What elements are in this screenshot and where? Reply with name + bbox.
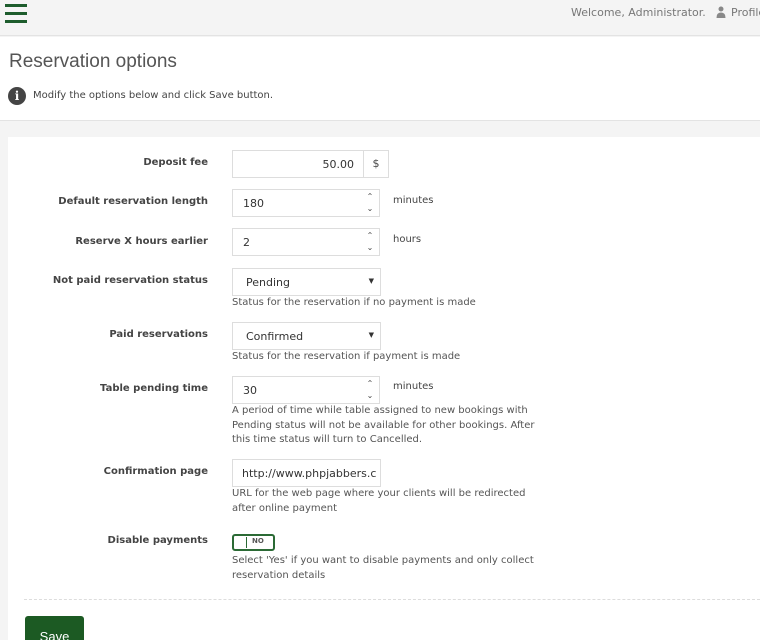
currency-addon: $ (363, 150, 389, 178)
reserve-earlier-value: 2 (243, 236, 250, 249)
chevron-down-icon[interactable]: ⌄ (365, 391, 375, 401)
chevron-up-icon[interactable]: ⌃ (365, 231, 375, 241)
user-icon[interactable] (716, 6, 726, 18)
profile-link[interactable]: Profile (731, 6, 760, 19)
paid-status-help: Status for the reservation if payment is… (232, 351, 461, 362)
disable-payments-help: Select 'Yes' if you want to disable paym… (232, 555, 534, 581)
confirmation-page-value: http://www.phpjabbers.c (242, 467, 377, 480)
not-paid-status-label: Not paid reservation status (52, 275, 208, 286)
reserve-earlier-unit: hours (393, 234, 422, 245)
default-length-unit: minutes (393, 195, 434, 206)
not-paid-status-select[interactable]: Pending ▼ (232, 268, 381, 296)
save-button[interactable]: Save (25, 616, 84, 640)
paid-status-select[interactable]: Confirmed ▼ (232, 322, 381, 350)
reserve-earlier-spinner[interactable]: ⌃ ⌄ (361, 229, 379, 255)
pending-time-spinner[interactable]: ⌃ ⌄ (361, 377, 379, 403)
deposit-fee-input[interactable]: 50.00 (232, 150, 364, 178)
pending-time-input[interactable]: 30 ⌃ ⌄ (232, 376, 380, 404)
confirmation-page-input[interactable]: http://www.phpjabbers.c (232, 459, 381, 487)
deposit-fee-value: 50.00 (322, 158, 355, 171)
dropdown-arrow-icon: ▼ (368, 331, 374, 339)
default-length-input[interactable]: 180 ⌃ ⌄ (232, 189, 380, 217)
confirmation-page-label: Confirmation page (103, 466, 208, 477)
form-divider (24, 599, 760, 600)
pending-time-help: A period of time while table assigned to… (232, 405, 535, 445)
chevron-up-icon[interactable]: ⌃ (365, 379, 375, 389)
paid-status-value: Confirmed (246, 330, 304, 343)
toggle-knob (235, 537, 247, 548)
pending-time-value: 30 (243, 384, 257, 397)
pending-time-unit: minutes (393, 381, 434, 392)
disable-payments-toggle[interactable]: NO (232, 534, 275, 551)
toggle-text: NO (252, 537, 264, 545)
chevron-up-icon[interactable]: ⌃ (365, 192, 375, 202)
welcome-text: Welcome, Administrator. (571, 6, 706, 19)
page-header: Reservation options i Modify the options… (0, 37, 760, 121)
options-form: Deposit fee 50.00 $ Default reservation … (8, 137, 760, 640)
confirmation-page-help: URL for the web page where your clients … (232, 488, 526, 514)
default-length-value: 180 (243, 197, 264, 210)
deposit-fee-label: Deposit fee (143, 157, 208, 168)
menu-icon[interactable] (5, 4, 27, 24)
info-icon: i (8, 87, 26, 105)
reserve-earlier-label: Reserve X hours earlier (75, 236, 208, 247)
not-paid-status-help: Status for the reservation if no payment… (232, 297, 476, 308)
intro-text: Modify the options below and click Save … (33, 90, 274, 101)
top-bar: Welcome, Administrator. Profile (0, 0, 760, 36)
pending-time-label: Table pending time (100, 383, 208, 394)
reserve-earlier-input[interactable]: 2 ⌃ ⌄ (232, 228, 380, 256)
not-paid-status-value: Pending (246, 276, 290, 289)
chevron-down-icon[interactable]: ⌄ (365, 204, 375, 214)
default-length-spinner[interactable]: ⌃ ⌄ (361, 190, 379, 216)
page-title: Reservation options (9, 51, 177, 72)
chevron-down-icon[interactable]: ⌄ (365, 243, 375, 253)
disable-payments-label: Disable payments (107, 535, 208, 546)
dropdown-arrow-icon: ▼ (368, 277, 374, 285)
default-length-label: Default reservation length (58, 196, 208, 207)
paid-status-label: Paid reservations (109, 329, 208, 340)
